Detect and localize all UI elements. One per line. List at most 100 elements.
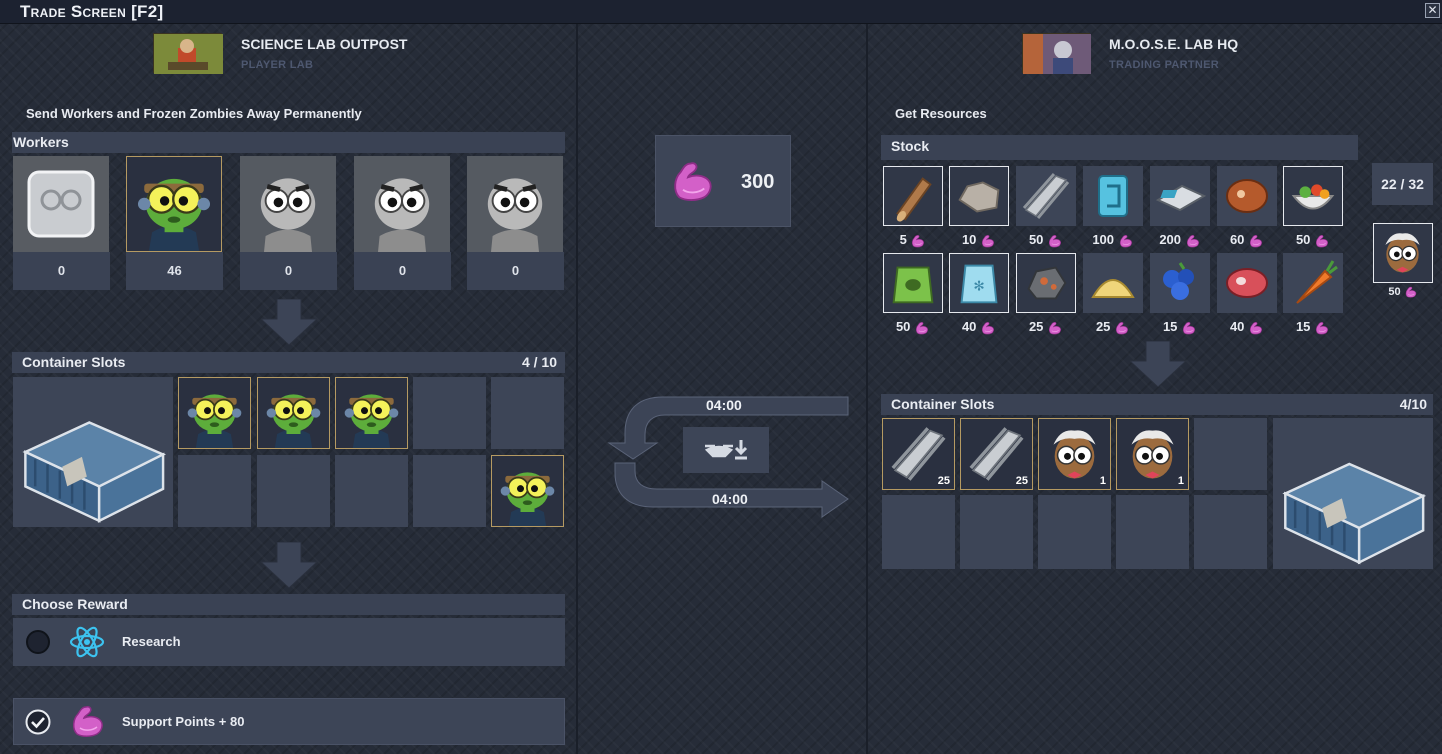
incoming-timer: 04:00 <box>706 397 742 413</box>
muscle-icon <box>1248 233 1264 249</box>
container-slot-empty[interactable] <box>335 455 408 527</box>
container-slot-empty[interactable] <box>257 455 330 527</box>
reward-option-support-points[interactable]: Support Points + 80 <box>13 698 565 745</box>
stock-price: 10 <box>949 232 1009 250</box>
raw-meat-icon <box>1226 268 1268 298</box>
stock-label: Stock <box>891 138 930 154</box>
worker-frozen-zombie[interactable] <box>13 156 109 252</box>
chemical-container-icon <box>1098 175 1128 217</box>
container-slot-empty[interactable] <box>413 377 486 449</box>
stock-item[interactable] <box>1083 253 1143 313</box>
worker-count: 0 <box>13 252 110 290</box>
down-arrow-icon <box>261 542 317 588</box>
stock-item[interactable] <box>1083 166 1143 226</box>
muscle-icon <box>1248 320 1264 336</box>
stock-price: 15 <box>1283 319 1343 337</box>
scientist-stock-item[interactable] <box>1373 223 1433 283</box>
muscle-icon <box>1114 320 1130 336</box>
choose-reward-header: Choose Reward <box>12 594 565 615</box>
muscle-icon <box>1314 320 1330 336</box>
drone-delivery-box[interactable] <box>683 427 769 473</box>
container-slot-empty[interactable] <box>491 377 564 449</box>
stock-item[interactable] <box>883 166 943 226</box>
column-divider <box>576 24 578 754</box>
worker-zombie[interactable] <box>126 156 222 252</box>
stock-price: 25 <box>1016 319 1076 337</box>
partner-container-slot-filled[interactable]: 25 <box>882 418 955 490</box>
muscle-icon <box>914 320 930 336</box>
stock-item[interactable] <box>1283 166 1343 226</box>
partner-lab-name: M.O.O.S.E. LAB HQ <box>1109 36 1239 52</box>
partner-container-slot-empty[interactable] <box>1194 495 1267 569</box>
reward-option-research[interactable]: Research <box>13 618 565 666</box>
partner-container-slot-filled[interactable]: 1 <box>1116 418 1189 490</box>
muscle-icon <box>980 320 996 336</box>
stock-price: 50 <box>1016 232 1076 250</box>
muscle-icon <box>1047 233 1063 249</box>
container-slots-header: Container Slots 4 / 10 <box>12 352 565 373</box>
partner-container-slot-empty[interactable] <box>1038 495 1111 569</box>
stock-item[interactable] <box>883 253 943 313</box>
shipping-container-icon <box>1273 418 1433 569</box>
window-title: Trade Screen [F2] <box>20 2 164 21</box>
worker-count: 0 <box>354 252 451 290</box>
stock-item[interactable] <box>1150 253 1210 313</box>
partner-container-slot-empty[interactable] <box>882 495 955 569</box>
stock-capacity: 22 / 32 <box>1372 163 1433 205</box>
checkmark-icon[interactable] <box>25 709 51 735</box>
stock-item[interactable] <box>1217 253 1277 313</box>
worker-grey-2[interactable] <box>354 156 450 252</box>
atom-icon <box>69 626 105 658</box>
container-slot-empty[interactable] <box>413 455 486 527</box>
seed-bag-icon <box>892 266 934 304</box>
workers-label: Workers <box>13 134 69 150</box>
worker-grey-3[interactable] <box>467 156 563 252</box>
partner-container-slots-header: Container Slots 4/10 <box>881 394 1433 415</box>
container-slot-filled[interactable] <box>257 377 330 449</box>
container-slot-filled[interactable] <box>335 377 408 449</box>
reward-radio-research[interactable] <box>26 630 50 654</box>
stock-price: 40 <box>949 319 1009 337</box>
stock-item[interactable] <box>949 166 1009 226</box>
stock-item[interactable] <box>1150 166 1210 226</box>
partner-container-slot-empty[interactable] <box>960 495 1033 569</box>
send-workers-title: Send Workers and Frozen Zombies Away Per… <box>26 106 362 121</box>
stock-price: 200 <box>1150 232 1210 250</box>
electronics-icon <box>1155 184 1207 212</box>
muscle-icon <box>1185 233 1201 249</box>
container-slot-empty[interactable] <box>178 455 251 527</box>
workers-header: Workers <box>12 132 565 153</box>
muscle-icon <box>1047 320 1063 336</box>
stock-header: Stock <box>881 135 1358 160</box>
close-button[interactable]: ✕ <box>1425 3 1440 18</box>
blueberries-icon <box>1163 262 1194 300</box>
shipping-container-icon <box>13 377 173 527</box>
container-slot-filled[interactable] <box>491 455 564 527</box>
player-lab-avatar <box>153 33 223 74</box>
muscle-icon <box>980 233 996 249</box>
choose-reward-label: Choose Reward <box>22 596 128 612</box>
partner-container-slot-filled[interactable]: 1 <box>1038 418 1111 490</box>
partner-container-slot-empty[interactable] <box>1194 418 1267 490</box>
stock-item[interactable] <box>1016 253 1076 313</box>
support-points-box: 300 <box>655 135 791 227</box>
stock-price: 60 <box>1217 232 1277 250</box>
carrot-icon <box>1296 260 1338 304</box>
stock-item[interactable] <box>1016 166 1076 226</box>
worker-grey-1[interactable] <box>240 156 336 252</box>
muscle-icon <box>1404 285 1418 299</box>
down-arrow-icon <box>261 299 317 345</box>
steel-beam-icon <box>1016 166 1076 226</box>
salad-bowl-icon <box>1291 184 1335 210</box>
reward-label-research: Research <box>122 634 181 649</box>
partner-container-slot-empty[interactable] <box>1116 495 1189 569</box>
stock-item[interactable]: ✻ <box>949 253 1009 313</box>
container-slot-filled[interactable] <box>178 377 251 449</box>
stock-item[interactable] <box>1217 166 1277 226</box>
stock-item[interactable] <box>1283 253 1343 313</box>
stock-price: 50 <box>1283 232 1343 250</box>
stock-price: 50 <box>883 319 943 337</box>
partner-container-slot-filled[interactable]: 25 <box>960 418 1033 490</box>
down-arrow-icon <box>1130 341 1186 387</box>
partner-container-slots-count: 4/10 <box>1399 396 1427 412</box>
